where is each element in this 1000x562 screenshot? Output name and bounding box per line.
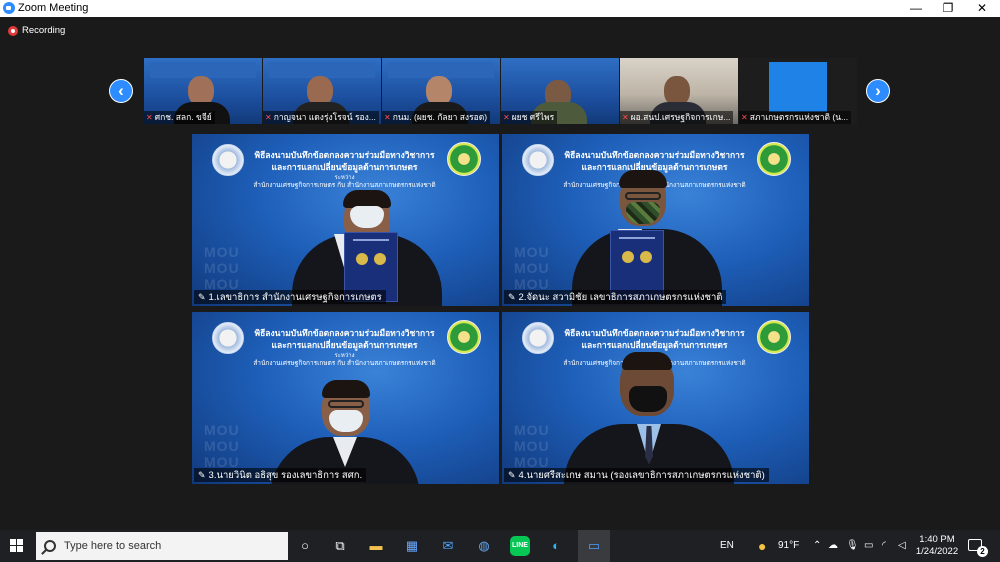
participant-thumbnail[interactable]: ✕ ศกช. สลก. ขจีย์ <box>144 58 262 124</box>
shared-slide <box>769 62 827 112</box>
recording-indicator[interactable]: Recording <box>8 25 65 39</box>
mic-muted-icon: ✕ <box>265 113 272 122</box>
file-explorer-icon[interactable]: ▬ <box>366 536 386 556</box>
filmstrip-next-button[interactable]: › <box>866 79 890 103</box>
participant-thumbnail[interactable]: ✕ ผยช ศรีไพร <box>501 58 619 124</box>
participant-thumbnail[interactable]: ✕ กาญจนา แดงรุ่งโรจน์ รอง... <box>263 58 381 124</box>
wifi-icon[interactable]: ◜ <box>882 530 886 562</box>
mou-watermark: MOU MOU MOU <box>514 244 550 292</box>
task-view-icon[interactable]: ⧉ <box>330 536 350 556</box>
windows-start-button[interactable] <box>10 539 24 553</box>
mic-muted-icon: ✕ <box>622 113 629 122</box>
participant-name: ✕ กาญจนา แดงรุ่งโรจน์ รอง... <box>263 111 379 124</box>
recording-icon <box>8 25 18 36</box>
mou-watermark: MOU MOU MOU <box>204 422 240 470</box>
volume-icon[interactable]: ◁ <box>898 530 906 562</box>
taskbar-clock[interactable]: 1:40 PM 1/24/2022 <box>914 534 960 558</box>
video-tile-active-speaker[interactable]: MOU MOU MOU พิธีลงนามบันทึกข้อตกลงความร่วม… <box>192 134 499 306</box>
pin-icon: ✎ <box>198 470 206 480</box>
pin-icon: ✎ <box>508 470 516 480</box>
face-mask <box>626 202 660 224</box>
mic-muted-icon: ✕ <box>146 113 153 122</box>
clock-date: 1/24/2022 <box>915 546 959 557</box>
video-tile[interactable]: MOU MOU MOU พิธีลงนามบันทึกข้อตกลงความร่วม… <box>502 312 809 484</box>
participant-name: ✕ ผยช ศรีไพร <box>501 111 558 124</box>
pin-icon: ✎ <box>508 292 516 302</box>
language-indicator[interactable]: EN <box>720 530 734 562</box>
participant-nametag: ✎ 1.เลขาธิการ สำนักงานเศรษฐกิจการเกษตร <box>194 290 386 304</box>
participant-nametag: ✎ 2.จัดนะ สวามิชัย เลขาธิการสภาเกษตรกรแห่… <box>504 290 727 304</box>
farmers-council-seal-icon <box>447 320 481 354</box>
mou-watermark: MOU MOU MOU <box>204 244 240 292</box>
weather-temperature[interactable]: 91°F <box>778 530 799 562</box>
cortana-icon[interactable]: ○ <box>295 536 315 556</box>
zoom-taskbar-icon[interactable]: ▭ <box>578 530 610 562</box>
close-button[interactable]: ✕ <box>966 0 998 17</box>
mou-watermark: MOU MOU MOU <box>514 422 550 470</box>
zoom-app-icon <box>3 2 15 14</box>
government-seal-icon <box>212 322 244 354</box>
farmers-council-seal-icon <box>757 320 791 354</box>
mic-muted-icon: ✕ <box>741 113 748 122</box>
mic-muted-icon: ✕ <box>384 113 391 122</box>
participant-name: ✕ กนม. (ผยช. กัลยา สงรอด) <box>382 111 491 124</box>
cloud-icon[interactable]: ☁ <box>828 530 838 562</box>
filmstrip-prev-button[interactable]: ‹ <box>109 79 133 103</box>
glasses <box>625 192 661 200</box>
government-seal-icon <box>212 144 244 176</box>
window-title: Zoom Meeting <box>18 2 89 14</box>
glasses <box>328 400 364 408</box>
participant-name: ✕ ผอ.สนป.เศรษฐกิจการเกษ... <box>620 111 734 124</box>
video-tile[interactable]: MOU MOU MOU พิธีลงนามบันทึกข้อตกลงความร่วม… <box>502 134 809 306</box>
search-icon <box>44 540 56 552</box>
pin-icon: ✎ <box>198 292 206 302</box>
minimize-button[interactable]: — <box>900 0 932 17</box>
notification-count-badge: 2 <box>977 546 988 557</box>
government-seal-icon <box>522 144 554 176</box>
search-placeholder: Type here to search <box>64 540 162 552</box>
participant-name: ✕ สภาเกษตรกรแห่งชาติ (น... <box>739 111 852 124</box>
chevron-up-icon[interactable]: ⌃ <box>813 530 821 562</box>
maximize-button[interactable]: ❐ <box>932 0 964 17</box>
government-seal-icon <box>522 322 554 354</box>
participant-nametag: ✎ 4.นายศรีสะเกษ สมาน (รองเลขาธิการสภาเกษต… <box>504 468 769 482</box>
microsoft-store-icon[interactable]: ▦ <box>402 536 422 556</box>
clock-time: 1:40 PM <box>919 534 955 545</box>
participant-thumbnail[interactable]: ✕ สภาเกษตรกรแห่งชาติ (น... <box>739 58 857 124</box>
banner-parties: สำนักงานเศรษฐกิจการเกษตร กับ สำนักงานสภา… <box>253 360 436 367</box>
battery-icon[interactable]: ▭ <box>864 530 873 562</box>
farmers-council-seal-icon <box>757 142 791 176</box>
video-tile[interactable]: MOU MOU MOU พิธีลงนามบันทึกข้อตกลงความร่วม… <box>192 312 499 484</box>
mail-icon[interactable]: ✉ <box>438 536 458 556</box>
recording-label: Recording <box>22 25 66 36</box>
line-app-icon[interactable]: LINE <box>510 536 530 556</box>
browser-icon[interactable]: ◍ <box>474 536 494 556</box>
weather-icon[interactable]: ● <box>758 530 766 562</box>
taskbar-search-input[interactable]: Type here to search <box>36 532 288 560</box>
microphone-icon[interactable]: 🎙 <box>846 530 859 562</box>
participant-thumbnail[interactable]: ✕ ผอ.สนป.เศรษฐกิจการเกษ... <box>620 58 738 124</box>
windows-taskbar: Type here to search ○ ⧉ ▬ ▦ ✉ ◍ LINE ◐ ▭… <box>0 530 1000 562</box>
face-mask <box>329 410 363 432</box>
participant-thumbnail[interactable]: ✕ กนม. (ผยช. กัลยา สงรอด) <box>382 58 500 124</box>
window-titlebar: Zoom Meeting — ❐ ✕ <box>0 0 1000 17</box>
face-mask <box>350 206 384 228</box>
participant-nametag: ✎ 3.นายวินิต อธิสุข รองเลขาธิการ สศก. <box>194 468 367 482</box>
farmers-council-seal-icon <box>447 142 481 176</box>
participant-name: ✕ ศกช. สลก. ขจีย์ <box>144 111 215 124</box>
mic-muted-icon: ✕ <box>503 113 510 122</box>
banner-parties: สำนักงานเศรษฐกิจการเกษตร กับ สำนักงานสภา… <box>253 182 436 189</box>
edge-icon[interactable]: ◐ <box>546 536 566 556</box>
face-mask <box>629 386 667 412</box>
